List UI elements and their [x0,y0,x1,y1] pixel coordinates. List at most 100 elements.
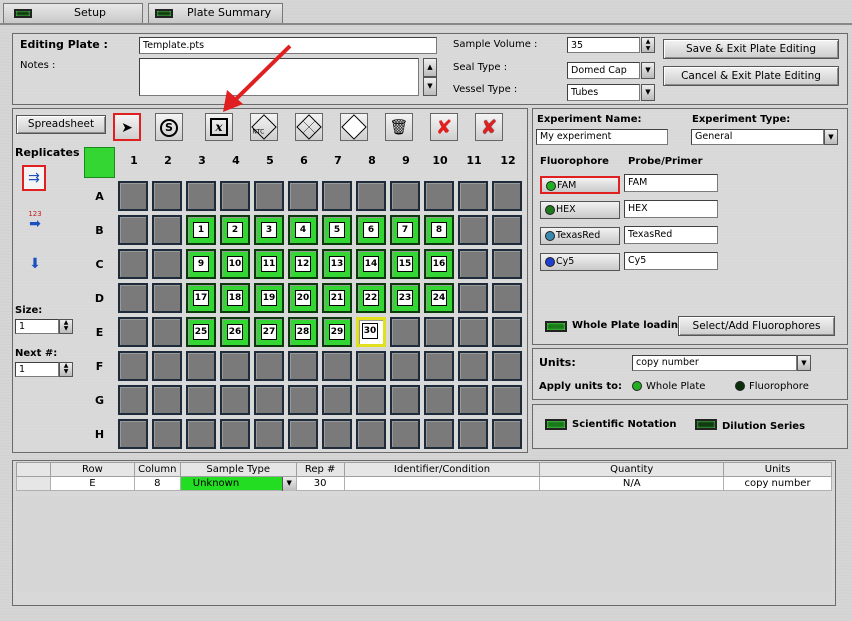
clear-tool-button[interactable]: ✘ [430,113,458,141]
tab-setup[interactable]: Setup [3,3,143,23]
well[interactable] [458,317,488,347]
column-header[interactable]: 11 [457,151,491,171]
well[interactable] [356,351,386,381]
well[interactable] [492,351,522,381]
well[interactable] [492,215,522,245]
well[interactable] [458,283,488,313]
column-header[interactable]: 8 [355,151,389,171]
well[interactable] [390,317,420,347]
header-units[interactable]: Units [723,462,832,477]
well[interactable]: 7 [390,215,420,245]
well[interactable] [288,419,318,449]
column-header[interactable]: 4 [219,151,253,171]
well[interactable] [322,181,352,211]
fill-tool-button[interactable]: 🗑 [385,113,413,141]
well[interactable] [424,317,454,347]
well[interactable] [118,419,148,449]
well[interactable] [118,317,148,347]
replicate-mode-icon[interactable]: ⇉ [22,165,46,191]
well[interactable] [424,419,454,449]
well[interactable] [424,385,454,415]
probe-field-cy5[interactable]: Cy5 [624,252,718,270]
well[interactable] [492,249,522,279]
well[interactable] [118,385,148,415]
well[interactable] [390,385,420,415]
row-header[interactable]: B [84,214,115,248]
chevron-down-icon[interactable]: ▼ [824,129,838,145]
ordinal-down-icon[interactable]: ⬇ [22,256,48,280]
cell-quantity[interactable]: N/A [539,476,725,491]
spreadsheet-button[interactable]: Spreadsheet [16,115,106,134]
well[interactable] [288,181,318,211]
well[interactable]: 2 [220,215,250,245]
probe-field-fam[interactable]: FAM [624,174,718,192]
probe-field-texasred[interactable]: TexasRed [624,226,718,244]
negative-tool-button[interactable] [340,113,368,141]
well[interactable]: 26 [220,317,250,347]
radio-fluorophore[interactable] [735,381,745,391]
select-all-corner[interactable] [84,147,115,178]
sample-volume-stepper[interactable]: ▲ ▼ [641,37,655,53]
fluor-button-hex[interactable]: HEX [540,201,620,219]
cell-sample-type[interactable]: Unknown ▼ [179,476,297,491]
well[interactable] [152,181,182,211]
well[interactable]: 3 [254,215,284,245]
table-row[interactable]: E 8 Unknown ▼ 30 N/A copy number [16,476,832,491]
select-tool-button[interactable]: ➤ [113,113,141,141]
positive-tool-button[interactable] [295,113,323,141]
clear-all-tool-button[interactable]: ✘ [475,113,503,141]
well[interactable]: 10 [220,249,250,279]
unknown-tool-button[interactable]: x [205,113,233,141]
well[interactable] [118,215,148,245]
well[interactable]: 28 [288,317,318,347]
chevron-down-icon[interactable]: ▼ [641,84,655,101]
well[interactable] [152,385,182,415]
column-header[interactable]: 5 [253,151,287,171]
well[interactable] [254,385,284,415]
row-header[interactable]: C [84,248,115,282]
column-header[interactable]: 9 [389,151,423,171]
notes-scroll-down[interactable]: ▼ [423,77,437,96]
well[interactable] [152,419,182,449]
experiment-type-select[interactable]: General [691,129,824,145]
row-header[interactable]: E [84,316,115,350]
row-header[interactable]: G [84,384,115,418]
well[interactable]: 25 [186,317,216,347]
experiment-name-field[interactable]: My experiment [536,129,668,145]
chevron-down-icon[interactable]: ▼ [641,62,655,79]
well[interactable]: 8 [424,215,454,245]
well[interactable]: 29 [322,317,352,347]
well[interactable] [254,419,284,449]
well[interactable] [118,181,148,211]
well[interactable] [492,419,522,449]
header-rep[interactable]: Rep # [295,462,345,477]
ntc-tool-button[interactable]: NTC [250,113,278,141]
well[interactable] [152,283,182,313]
well[interactable] [458,181,488,211]
well[interactable]: 21 [322,283,352,313]
header-quantity[interactable]: Quantity [539,462,725,477]
row-header[interactable]: A [84,180,115,214]
column-header[interactable]: 10 [423,151,457,171]
well[interactable] [458,351,488,381]
row-header[interactable]: H [84,418,115,452]
well[interactable] [322,419,352,449]
well[interactable]: 1 [186,215,216,245]
cell-identifier[interactable] [343,476,541,491]
seal-type-select[interactable]: Domed Cap [567,62,640,79]
column-header[interactable]: 2 [151,151,185,171]
well[interactable] [390,419,420,449]
well[interactable]: 5 [322,215,352,245]
well[interactable] [288,385,318,415]
fluor-button-cy5[interactable]: Cy5 [540,253,620,271]
well[interactable] [220,385,250,415]
well[interactable]: 14 [356,249,386,279]
well[interactable] [254,351,284,381]
radio-whole-plate[interactable] [632,381,642,391]
well[interactable] [390,351,420,381]
well[interactable] [492,385,522,415]
well[interactable] [186,385,216,415]
save-exit-button[interactable]: Save & Exit Plate Editing [663,39,839,59]
sample-volume-field[interactable]: 35 [567,37,640,53]
well[interactable]: 17 [186,283,216,313]
